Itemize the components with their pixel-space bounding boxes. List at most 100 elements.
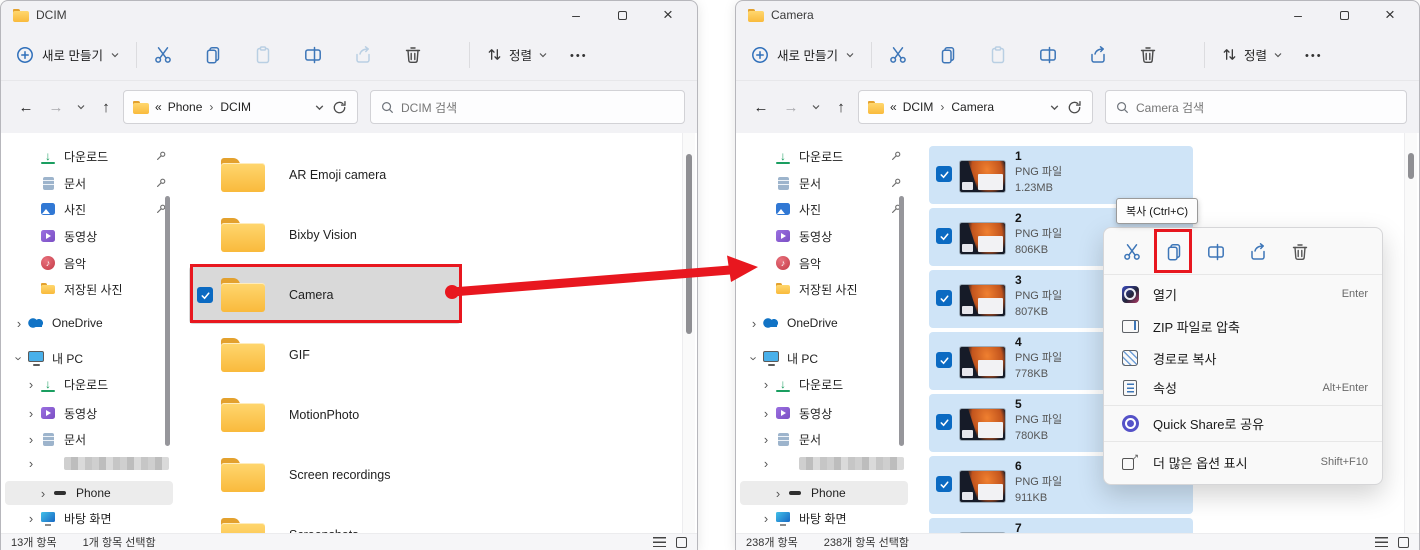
context-menu-item[interactable]: Quick Share로 공유 — [1104, 410, 1382, 442]
tree-chevron-icon[interactable] — [758, 511, 774, 526]
sidebar-item[interactable]: Phone — [740, 481, 908, 505]
tree-chevron-icon[interactable] — [11, 316, 27, 331]
new-button[interactable]: 새로 만들기 — [15, 45, 120, 65]
address-bar[interactable]: « Phone › DCIM — [123, 90, 358, 124]
tree-chevron-icon[interactable] — [35, 486, 51, 501]
folder-item[interactable]: Screen recordings — [189, 446, 461, 504]
sidebar-item[interactable]: 다운로드 — [5, 372, 173, 396]
main-scrollbar-track[interactable] — [682, 133, 695, 533]
tree-chevron-icon[interactable] — [758, 406, 774, 421]
checkbox[interactable] — [936, 166, 952, 182]
rename-icon[interactable] — [1203, 239, 1229, 265]
tree-chevron-icon[interactable] — [23, 511, 39, 526]
sidebar-item[interactable]: OneDrive — [5, 311, 173, 335]
sidebar-item[interactable]: 동영상 — [5, 224, 173, 248]
tree-chevron-icon[interactable] — [23, 377, 39, 392]
minimize-button[interactable] — [559, 1, 593, 29]
breadcrumb-prefix[interactable]: « — [155, 100, 162, 114]
sidebar-item[interactable]: Phone — [5, 481, 173, 505]
breadcrumb-segment[interactable]: DCIM — [903, 100, 934, 114]
share-button[interactable] — [1088, 45, 1108, 65]
maximize-button[interactable] — [1327, 1, 1361, 29]
sidebar-item[interactable] — [5, 451, 173, 475]
thumbnail-view-icon[interactable] — [1398, 536, 1409, 548]
tree-chevron-icon[interactable] — [23, 456, 39, 471]
delete-button[interactable] — [1138, 45, 1158, 65]
main-scrollbar-thumb[interactable] — [686, 154, 692, 334]
delete-button[interactable] — [403, 45, 423, 65]
forward-button[interactable] — [778, 94, 804, 120]
folder-item[interactable]: Screenshots — [189, 506, 461, 533]
sidebar-item[interactable]: 동영상 — [740, 224, 908, 248]
sidebar-scrollbar[interactable] — [165, 196, 170, 446]
sidebar-item[interactable]: 내 PC — [740, 346, 908, 370]
refresh-button[interactable] — [331, 99, 348, 116]
back-button[interactable] — [748, 94, 774, 120]
share-button[interactable] — [353, 45, 373, 65]
sidebar-item[interactable]: 동영상 — [5, 401, 173, 425]
tree-chevron-icon[interactable] — [746, 316, 762, 331]
sort-button[interactable]: 정렬 — [1221, 45, 1283, 64]
sidebar-item[interactable]: 문서 — [5, 171, 173, 195]
sidebar-item[interactable]: 사진 — [740, 197, 908, 221]
forward-button[interactable] — [43, 94, 69, 120]
address-bar[interactable]: « DCIM › Camera — [858, 90, 1093, 124]
sidebar-item[interactable]: 저장된 사진 — [740, 277, 908, 301]
sidebar-item[interactable]: 다운로드 — [740, 372, 908, 396]
main-scrollbar-thumb[interactable] — [1408, 153, 1414, 179]
maximize-button[interactable] — [605, 1, 639, 29]
rename-button[interactable] — [303, 45, 323, 65]
checkbox[interactable] — [936, 476, 952, 492]
sidebar-item[interactable]: 음악 — [740, 251, 908, 275]
sidebar-item[interactable]: 저장된 사진 — [5, 277, 173, 301]
sidebar-item[interactable]: 바탕 화면 — [740, 506, 908, 530]
tree-chevron-icon[interactable] — [758, 377, 774, 392]
close-button[interactable] — [1373, 1, 1407, 29]
delete-icon[interactable] — [1287, 239, 1313, 265]
checkbox[interactable] — [936, 414, 952, 430]
sidebar-item[interactable]: 다운로드 — [5, 144, 173, 168]
checkbox[interactable] — [197, 287, 213, 303]
address-dropdown-chevron[interactable] — [314, 102, 325, 113]
sidebar-item[interactable] — [740, 451, 908, 475]
tree-chevron-icon[interactable] — [23, 432, 39, 447]
copy-icon[interactable] — [1154, 229, 1192, 273]
tree-chevron-icon[interactable] — [23, 406, 39, 421]
sort-button[interactable]: 정렬 — [486, 45, 548, 64]
checkbox[interactable] — [936, 228, 952, 244]
search-input[interactable]: DCIM 검색 — [370, 90, 685, 124]
titlebar[interactable]: DCIM — [1, 1, 697, 29]
address-dropdown-chevron[interactable] — [1049, 102, 1060, 113]
details-view-icon[interactable] — [653, 537, 666, 547]
sidebar-item[interactable]: 사진 — [5, 197, 173, 221]
context-menu-item[interactable]: 열기 Enter — [1104, 278, 1382, 310]
folder-item[interactable]: Camera — [189, 266, 461, 324]
sidebar-item[interactable]: 내 PC — [5, 346, 173, 370]
copy-button[interactable] — [203, 45, 223, 65]
breadcrumb-segment[interactable]: Camera — [951, 100, 994, 114]
context-menu-item[interactable]: 속성 Alt+Enter — [1104, 374, 1382, 406]
minimize-button[interactable] — [1281, 1, 1315, 29]
copy-button[interactable] — [938, 45, 958, 65]
tree-chevron-icon[interactable] — [770, 486, 786, 501]
sidebar-item[interactable]: 문서 — [740, 171, 908, 195]
tree-chevron-icon[interactable] — [758, 456, 774, 471]
close-button[interactable] — [651, 1, 685, 29]
search-input[interactable]: Camera 검색 — [1105, 90, 1407, 124]
checkbox[interactable] — [936, 352, 952, 368]
breadcrumb-prefix[interactable]: « — [890, 100, 897, 114]
share-icon[interactable] — [1245, 239, 1271, 265]
up-button[interactable] — [828, 94, 854, 120]
folder-item[interactable]: AR Emoji camera — [189, 146, 461, 204]
checkbox[interactable] — [936, 290, 952, 306]
main-scrollbar-track[interactable] — [1404, 133, 1417, 533]
paste-button[interactable] — [253, 45, 273, 65]
cut-button[interactable] — [888, 45, 908, 65]
sidebar-item[interactable]: 문서 — [740, 427, 908, 451]
cut-button[interactable] — [153, 45, 173, 65]
sidebar-item[interactable]: 음악 — [5, 251, 173, 275]
recent-locations-chevron[interactable] — [808, 94, 824, 120]
sidebar-item[interactable]: 문서 — [5, 427, 173, 451]
more-options-button[interactable] — [1305, 47, 1323, 62]
sidebar-item[interactable]: 동영상 — [740, 401, 908, 425]
